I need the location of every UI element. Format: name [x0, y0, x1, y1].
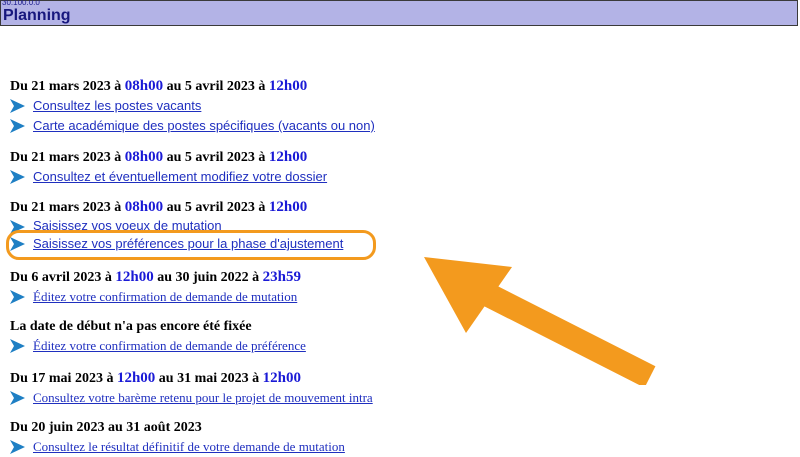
list-item: Éditez votre confirmation de demande de … — [10, 336, 306, 356]
end-time: 12h00 — [268, 78, 308, 94]
start-time: 12h00 — [115, 269, 154, 285]
play-arrow-icon — [10, 170, 25, 184]
list-item: Consultez les postes vacants — [10, 96, 307, 116]
planning-section-2: Du 21 mars 2023 à 08h00 au 5 avril 2023 … — [10, 148, 327, 187]
start-time: 08h00 — [124, 78, 164, 94]
play-arrow-icon — [10, 391, 25, 405]
section-title: Du 21 mars 2023 à 08h00 au 5 avril 2023 … — [10, 77, 307, 96]
title-text: Du 21 mars 2023 à — [10, 200, 125, 215]
end-time: 12h00 — [262, 370, 301, 386]
title-text: Du 21 mars 2023 à — [10, 150, 125, 165]
list-item: Consultez votre barème retenu pour le pr… — [10, 388, 373, 408]
title-text: Du 21 mars 2023 à — [10, 79, 125, 94]
title-text: au 5 avril 2023 à — [163, 79, 269, 94]
planning-section-6: Du 17 mai 2023 à 12h00 au 31 mai 2023 à … — [10, 369, 373, 408]
title-text: au 31 mai 2023 à — [155, 371, 263, 386]
orange-pointer-arrow-icon — [424, 257, 656, 385]
resultat-definitif-link[interactable]: Consultez le résultat définitif de votre… — [33, 437, 345, 457]
carte-academique-link[interactable]: Carte académique des postes spécifiques … — [33, 116, 375, 136]
section-title: Du 21 mars 2023 à 08h00 au 5 avril 2023 … — [10, 198, 307, 217]
play-arrow-icon — [10, 119, 25, 133]
header-bar: 30.100.0.0 Planning — [0, 0, 798, 26]
start-time: 12h00 — [116, 370, 156, 386]
confirmation-preference-link[interactable]: Éditez votre confirmation de demande de … — [33, 336, 306, 356]
highlight-callout — [6, 230, 376, 260]
title-text: Du 6 avril 2023 à — [10, 270, 116, 285]
planning-section-5: La date de début n'a pas encore été fixé… — [10, 318, 306, 356]
planning-section-4: Du 6 avril 2023 à 12h00 au 30 juin 2022 … — [10, 268, 301, 307]
confirmation-mutation-link[interactable]: Éditez votre confirmation de demande de … — [33, 287, 297, 307]
play-arrow-icon — [10, 339, 25, 353]
planning-section-1: Du 21 mars 2023 à 08h00 au 5 avril 2023 … — [10, 77, 375, 136]
play-arrow-icon — [10, 290, 25, 304]
bareme-link[interactable]: Consultez votre barème retenu pour le pr… — [33, 388, 373, 408]
end-time: 23h59 — [262, 269, 301, 285]
section-title: La date de début n'a pas encore été fixé… — [10, 319, 252, 334]
play-arrow-icon — [10, 99, 25, 113]
start-time: 08h00 — [124, 199, 164, 215]
list-item: Carte académique des postes spécifiques … — [10, 116, 375, 136]
section-title: Du 6 avril 2023 à 12h00 au 30 juin 2022 … — [10, 268, 301, 287]
title-text: au 5 avril 2023 à — [163, 150, 269, 165]
title-text: au 5 avril 2023 à — [163, 200, 269, 215]
modifier-dossier-link[interactable]: Consultez et éventuellement modifiez vot… — [33, 167, 327, 187]
page-title: Planning — [3, 7, 71, 24]
section-title: Du 21 mars 2023 à 08h00 au 5 avril 2023 … — [10, 148, 307, 167]
play-arrow-icon — [10, 440, 25, 454]
title-text: Du 17 mai 2023 à — [10, 371, 117, 386]
title-text: au 30 juin 2022 à — [153, 270, 263, 285]
list-item: Éditez votre confirmation de demande de … — [10, 287, 301, 307]
section-title: Du 20 juin 2023 au 31 août 2023 — [10, 420, 202, 435]
postes-vacants-link[interactable]: Consultez les postes vacants — [33, 96, 201, 116]
list-item: Consultez le résultat définitif de votre… — [10, 437, 345, 457]
end-time: 12h00 — [268, 149, 308, 165]
planning-section-7: Du 20 juin 2023 au 31 août 2023 Consulte… — [10, 419, 345, 457]
section-title: Du 17 mai 2023 à 12h00 au 31 mai 2023 à … — [10, 369, 301, 388]
start-time: 08h00 — [124, 149, 164, 165]
list-item: Consultez et éventuellement modifiez vot… — [10, 167, 327, 187]
end-time: 12h00 — [268, 199, 308, 215]
